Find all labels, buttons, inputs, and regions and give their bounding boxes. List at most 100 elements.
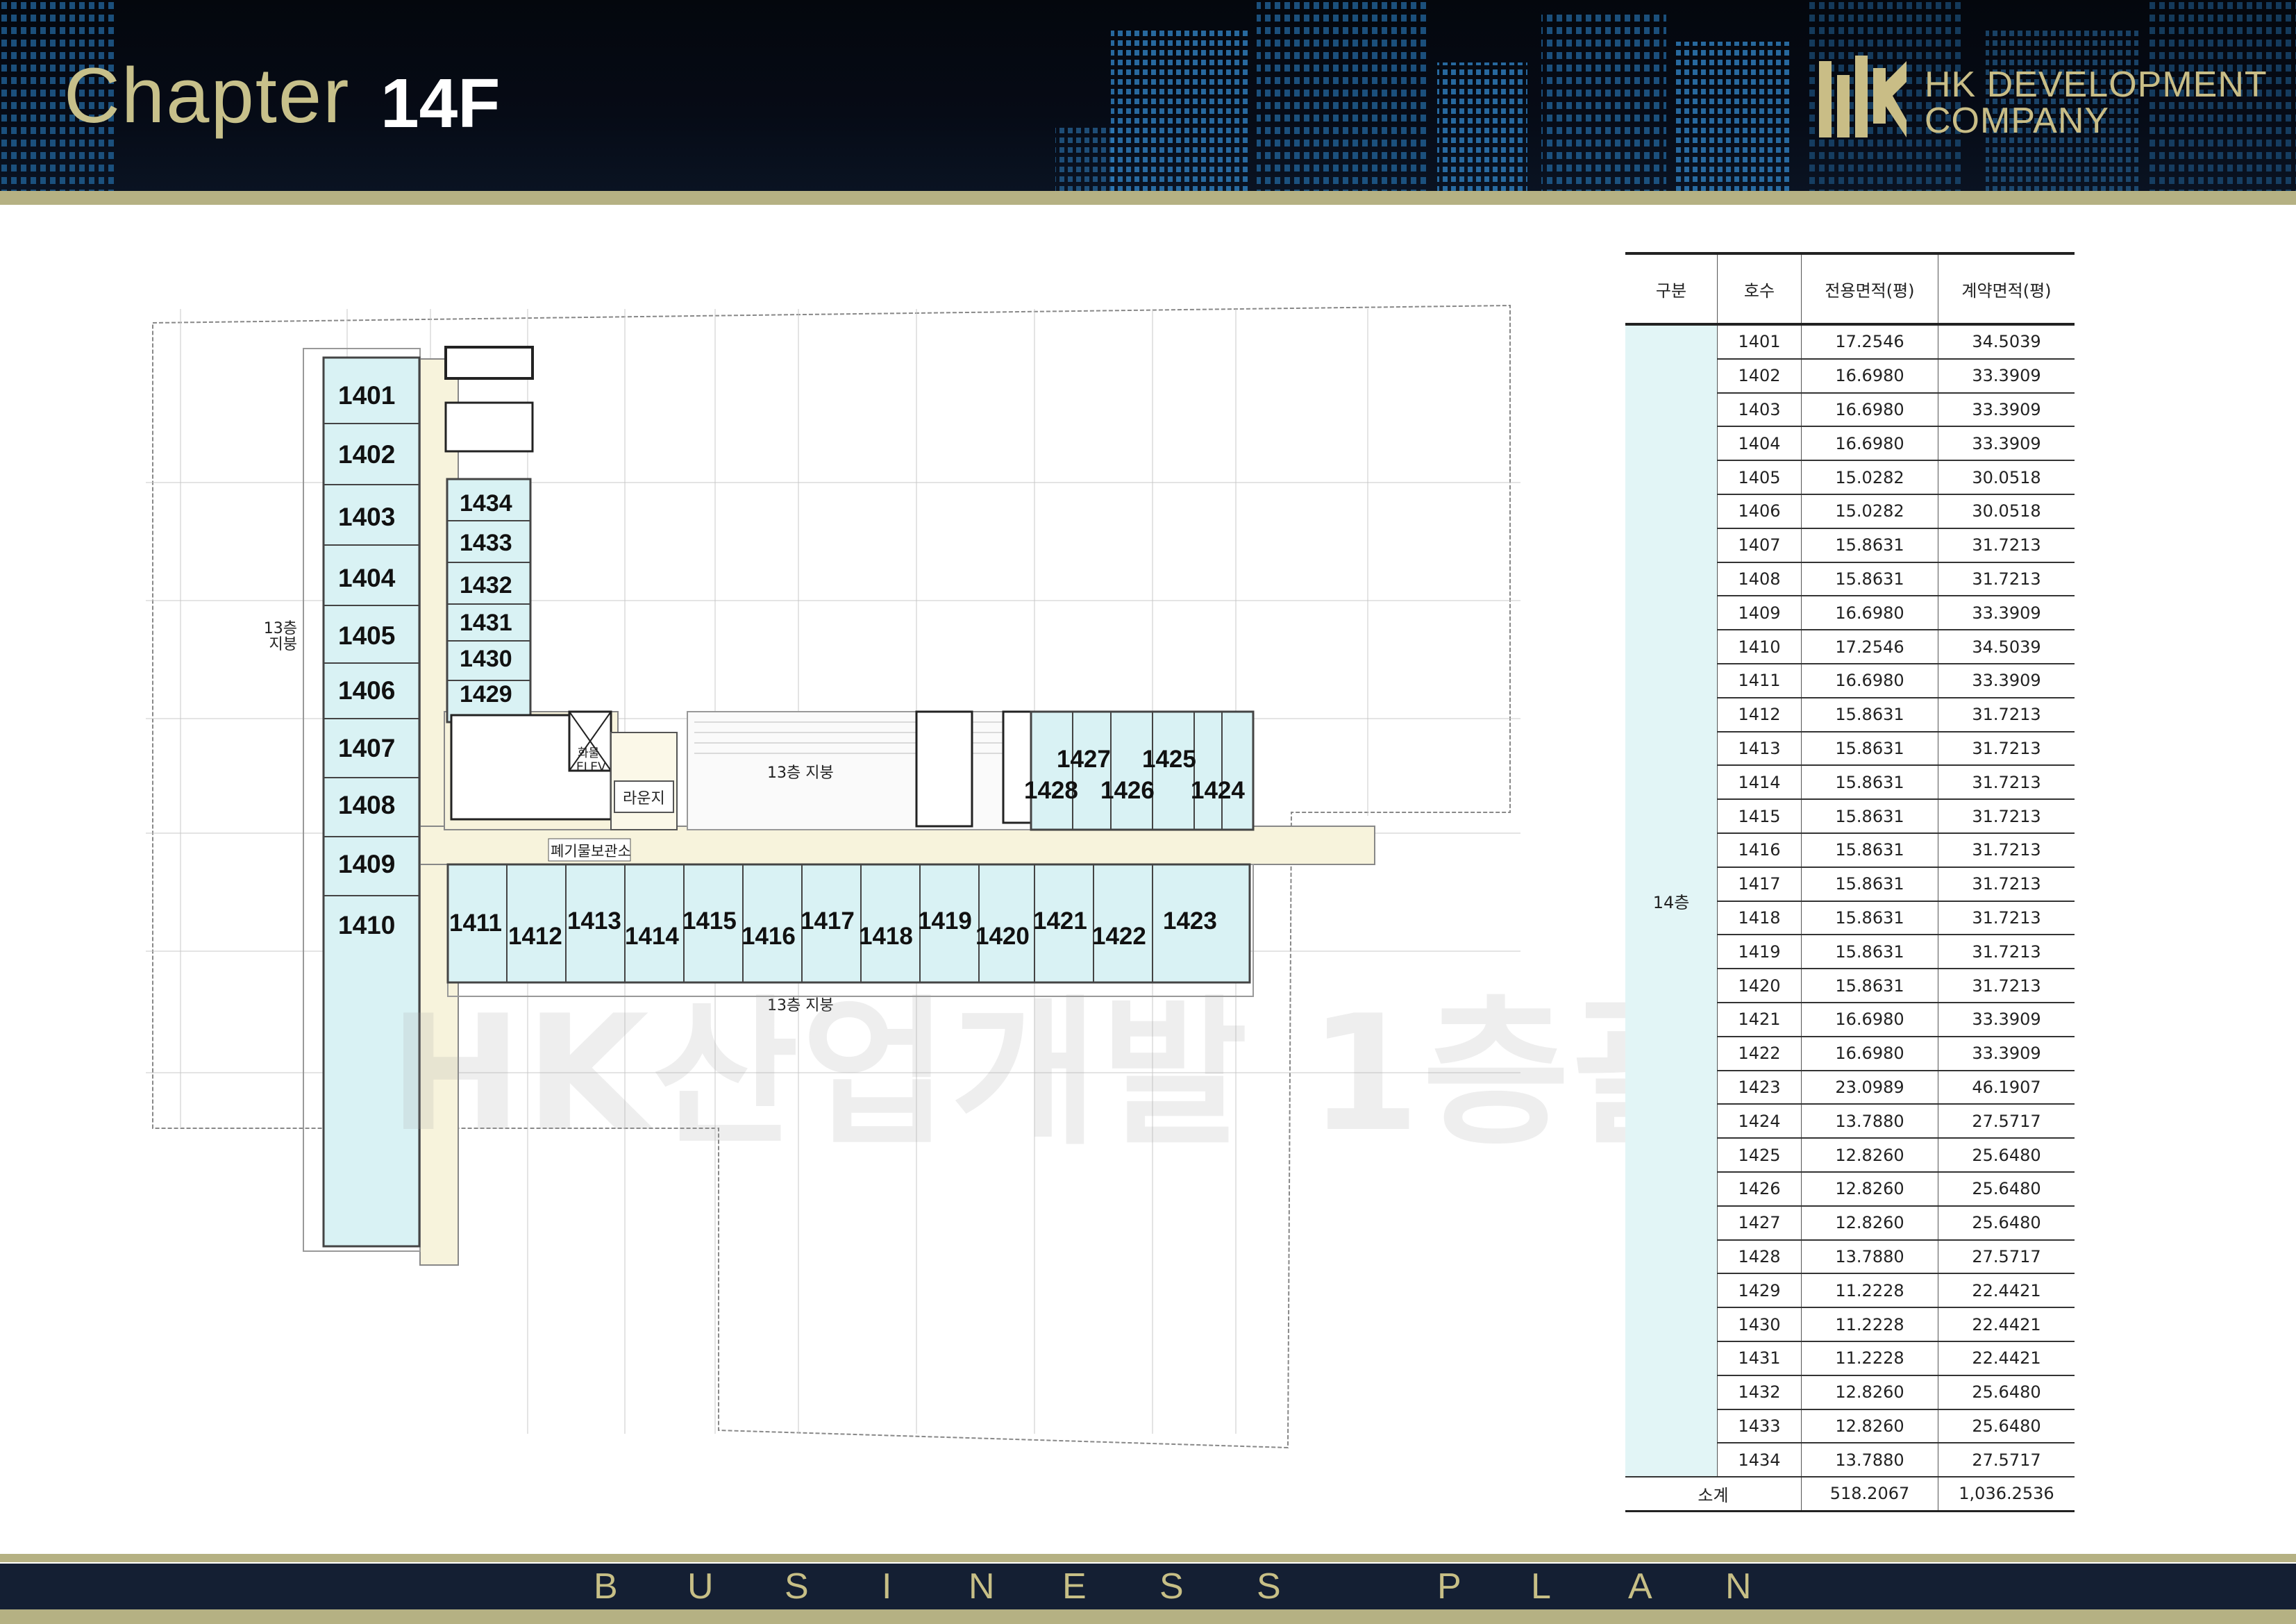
hk-logo-icon [1819,56,1907,137]
contract-area-cell: 33.3909 [1938,426,2075,462]
unit-1419: 1419 [918,907,972,935]
unit-1427: 1427 [1057,746,1111,773]
unit-1407: 1407 [338,734,395,762]
unit-1426: 1426 [1100,777,1155,804]
unit-number-cell: 1433 [1717,1409,1802,1444]
exclusive-area-cell: 13.7880 [1801,1239,1938,1275]
contract-area-cell: 31.7213 [1938,901,2075,936]
footer-letter: E [1062,1566,1087,1607]
contract-area-cell: 34.5039 [1938,630,2075,664]
exclusive-area-cell: 16.6980 [1801,426,1938,462]
exclusive-area-cell: 15.0282 [1801,460,1938,495]
unit-1411: 1411 [449,910,502,937]
unit-1430: 1430 [460,646,512,672]
contract-area-cell: 31.7213 [1938,832,2075,868]
unit-1404: 1404 [338,564,396,592]
unit-1429: 1429 [460,681,512,708]
contract-area-cell: 25.6480 [1938,1409,2075,1444]
exclusive-area-cell: 12.8260 [1801,1138,1938,1173]
unit-number-cell: 1416 [1717,832,1802,868]
unit-number-cell: 1421 [1717,1002,1802,1037]
exclusive-area-cell: 16.6980 [1801,1002,1938,1037]
unit-number-cell: 1417 [1717,867,1802,902]
unit-1428: 1428 [1024,777,1078,804]
exclusive-area-cell: 11.2228 [1801,1307,1938,1342]
company-name-line1: HK DEVELOPMENT [1925,65,2268,105]
unit-number-cell: 1408 [1717,562,1802,597]
unit-number-cell: 1429 [1717,1273,1802,1309]
contract-area-cell: 27.5717 [1938,1239,2075,1275]
footer-bar [0,1564,2296,1609]
exclusive-area-cell: 15.8631 [1801,901,1938,936]
unit-number-cell: 1427 [1717,1205,1802,1241]
contract-area-cell: 33.3909 [1938,392,2075,428]
exclusive-area-cell: 16.6980 [1801,358,1938,394]
unit-number-cell: 1409 [1717,596,1802,631]
unit-1405: 1405 [338,621,395,650]
watermark-text: HK산업개발 1층괄 [389,982,1723,1167]
header-division: 구분 [1625,252,1718,326]
unit-1415: 1415 [682,907,737,935]
exclusive-area-cell: 11.2228 [1801,1341,1938,1376]
exclusive-area-cell: 12.8260 [1801,1409,1938,1444]
footer-letter: S [1257,1566,1281,1607]
footer-letter: U [687,1566,714,1607]
exclusive-area-cell: 15.8631 [1801,799,1938,834]
waste-room-label: 폐기물보관소 [551,843,631,860]
contract-area-cell: 33.3909 [1938,1036,2075,1071]
unit-number-cell: 1425 [1717,1138,1802,1173]
table-row: 14층 1401 17.2546 34.5039 [1625,324,2075,1478]
unit-number-cell: 1404 [1717,426,1802,462]
exclusive-area-cell: 11.2228 [1801,1273,1938,1309]
unit-1410: 1410 [338,911,395,939]
exclusive-area-cell: 13.7880 [1801,1104,1938,1139]
unit-number-cell: 1420 [1717,969,1802,1003]
floor-cell: 14층 [1625,324,1718,1478]
unit-number-cell: 1423 [1717,1070,1802,1105]
footer-letter: S [1159,1566,1184,1607]
unit-number-cell: 1426 [1717,1171,1802,1207]
unit-number-cell: 1410 [1717,630,1802,664]
exclusive-area-cell: 15.8631 [1801,765,1938,801]
roof-label-left-2: 지붕 [269,636,297,653]
area-table: 구분 호수 전용면적(평) 계약면적(평) 14층 1401 17.2546 34.5… [1625,252,2075,1512]
contract-area-cell: 22.4421 [1938,1273,2075,1309]
unit-number-cell: 1414 [1717,765,1802,801]
unit-1413: 1413 [567,907,621,935]
contract-area-cell: 31.7213 [1938,731,2075,767]
total-contract-area: 1,036.2536 [1938,1477,2075,1512]
unit-number-cell: 1424 [1717,1104,1802,1139]
unit-number-cell: 1405 [1717,460,1802,495]
exclusive-area-cell: 16.6980 [1801,596,1938,631]
unit-1424: 1424 [1191,777,1245,804]
unit-1401: 1401 [338,381,395,410]
unit-number-cell: 1430 [1717,1307,1802,1342]
contract-area-cell: 31.7213 [1938,799,2075,834]
table-body: 14층 1401 17.2546 34.5039 1402 16.6980 33.3909 1… [1625,324,2075,1512]
unit-1421: 1421 [1033,907,1087,935]
header-exclusive-area: 전용면적(평) [1801,252,1938,326]
elevator-label-2: ELEV [576,760,606,774]
exclusive-area-cell: 13.7880 [1801,1443,1938,1478]
footer-stripe-top [0,1554,2296,1562]
contract-area-cell: 31.7213 [1938,697,2075,733]
contract-area-cell: 30.0518 [1938,460,2075,495]
unit-number-cell: 1415 [1717,799,1802,834]
unit-1423: 1423 [1163,907,1217,935]
exclusive-area-cell: 16.6980 [1801,663,1938,698]
unit-1403: 1403 [338,503,395,531]
unit-1408: 1408 [338,791,395,819]
footer-letter: L [1531,1566,1551,1607]
exclusive-area-cell: 12.8260 [1801,1375,1938,1410]
roof-label-left-1: 13층 [264,620,297,637]
exclusive-area-cell: 16.6980 [1801,392,1938,428]
lounge-label: 라운지 [623,790,665,807]
contract-area-cell: 31.7213 [1938,969,2075,1003]
footer-letter: B [594,1566,618,1607]
unit-1402: 1402 [338,440,395,469]
exclusive-area-cell: 17.2546 [1801,324,1938,360]
exclusive-area-cell: 15.8631 [1801,935,1938,970]
exclusive-area-cell: 15.8631 [1801,697,1938,733]
unit-number-cell: 1432 [1717,1375,1802,1410]
unit-number-cell: 1402 [1717,358,1802,394]
